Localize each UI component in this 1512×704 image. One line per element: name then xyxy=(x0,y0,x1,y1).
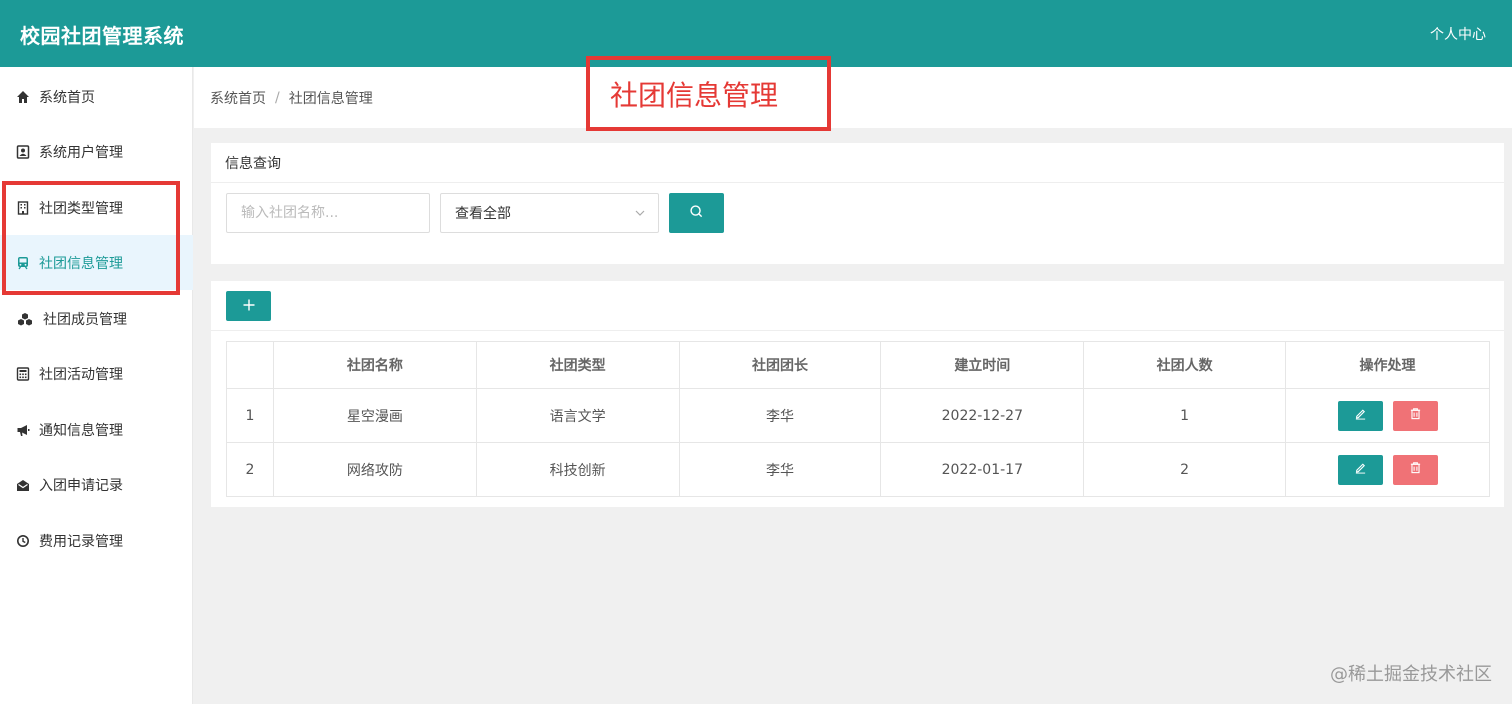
sidebar: 系统首页 系统用户管理 社团类型管理 社团信息管理 社团成员管理 社团活动管理 xyxy=(0,67,193,704)
sidebar-item-activities[interactable]: 社团活动管理 xyxy=(0,346,193,401)
sidebar-item-label: 系统用户管理 xyxy=(39,144,123,161)
edit-icon xyxy=(1354,461,1367,478)
cell-type: 语言文学 xyxy=(475,388,680,443)
chevron-down-icon xyxy=(634,207,646,219)
search-icon xyxy=(689,204,704,223)
breadcrumb-home[interactable]: 系统首页 xyxy=(210,88,266,108)
sidebar-item-applications[interactable]: 入团申请记录 xyxy=(0,457,193,512)
column-header-name: 社团名称 xyxy=(272,341,477,389)
club-table: 社团名称 社团类型 社团团长 建立时间 社团人数 操作处理 1 星空漫画 语言文… xyxy=(226,341,1490,497)
cell-leader: 李华 xyxy=(678,442,882,497)
cell-name: 网络攻防 xyxy=(272,442,477,497)
bullhorn-icon xyxy=(16,423,30,437)
club-name-search-input[interactable] xyxy=(226,193,430,233)
table-row: 1 星空漫画 语言文学 李华 2022-12-27 1 xyxy=(226,388,1490,443)
cell-date: 2022-12-27 xyxy=(880,388,1085,443)
edit-button[interactable] xyxy=(1337,400,1383,431)
edit-icon xyxy=(1354,407,1367,424)
cell-count: 2 xyxy=(1083,442,1287,497)
sidebar-item-label: 系统首页 xyxy=(39,89,95,106)
cell-type: 科技创新 xyxy=(475,442,680,497)
app-title: 校园社团管理系统 xyxy=(20,24,184,48)
cell-name: 星空漫画 xyxy=(272,388,477,443)
add-club-button[interactable] xyxy=(226,291,271,321)
table-row: 2 网络攻防 科技创新 李华 2022-01-17 2 xyxy=(226,442,1490,497)
sidebar-item-fees[interactable]: 费用记录管理 xyxy=(0,513,193,568)
sidebar-item-label: 社团活动管理 xyxy=(39,366,123,383)
calculator-icon xyxy=(16,366,30,381)
breadcrumb: 系统首页 / 社团信息管理 xyxy=(194,67,1512,128)
cell-actions xyxy=(1285,388,1490,443)
sidebar-item-label: 社团成员管理 xyxy=(43,311,127,328)
sidebar-item-home[interactable]: 系统首页 xyxy=(0,69,193,124)
annotation-title: 社团信息管理 xyxy=(610,79,779,112)
breadcrumb-separator: / xyxy=(275,89,280,106)
column-header-actions: 操作处理 xyxy=(1285,341,1490,389)
breadcrumb-current: 社团信息管理 xyxy=(288,90,373,107)
delete-button[interactable] xyxy=(1392,400,1438,431)
column-header-date: 建立时间 xyxy=(880,341,1085,389)
sidebar-item-members[interactable]: 社团成员管理 xyxy=(0,291,193,346)
edit-button[interactable] xyxy=(1337,454,1383,485)
annotation-box-sidebar xyxy=(2,181,180,295)
sidebar-item-users[interactable]: 系统用户管理 xyxy=(0,124,193,179)
user-center-link[interactable]: 个人中心 xyxy=(1430,24,1486,44)
sidebar-item-label: 通知信息管理 xyxy=(39,422,123,439)
cell-index: 1 xyxy=(226,388,274,443)
table-header-row: 社团名称 社团类型 社团团长 建立时间 社团人数 操作处理 xyxy=(226,341,1490,389)
home-icon xyxy=(16,90,30,104)
trash-icon xyxy=(1409,461,1422,478)
table-panel: 社团名称 社团类型 社团团长 建立时间 社团人数 操作处理 1 星空漫画 语言文… xyxy=(211,281,1504,507)
cell-date: 2022-01-17 xyxy=(880,442,1085,497)
column-header-type: 社团类型 xyxy=(475,341,680,389)
user-card-icon xyxy=(16,144,30,159)
select-value: 查看全部 xyxy=(455,206,511,222)
delete-button[interactable] xyxy=(1392,454,1438,485)
cell-index: 2 xyxy=(226,442,274,497)
sidebar-item-notices[interactable]: 通知信息管理 xyxy=(0,402,193,457)
sidebar-item-label: 入团申请记录 xyxy=(39,477,123,494)
envelope-open-icon xyxy=(16,478,30,492)
cell-leader: 李华 xyxy=(678,388,882,443)
column-header-leader: 社团团长 xyxy=(678,341,882,389)
query-panel: 信息查询 查看全部 xyxy=(211,143,1504,264)
sidebar-item-label: 费用记录管理 xyxy=(39,533,123,550)
column-header-index xyxy=(226,341,274,389)
plus-icon xyxy=(242,297,256,316)
club-type-select[interactable]: 查看全部 xyxy=(440,193,659,233)
cell-count: 1 xyxy=(1083,388,1287,443)
column-header-count: 社团人数 xyxy=(1083,341,1287,389)
cubes-icon xyxy=(16,312,34,326)
cell-actions xyxy=(1285,442,1490,497)
clock-icon xyxy=(16,534,30,548)
toolbar-divider xyxy=(211,330,1504,331)
search-button[interactable] xyxy=(669,193,724,233)
trash-icon xyxy=(1409,407,1422,424)
watermark: @稀土掘金技术社区 xyxy=(1330,664,1492,685)
query-panel-title: 信息查询 xyxy=(211,143,1504,183)
